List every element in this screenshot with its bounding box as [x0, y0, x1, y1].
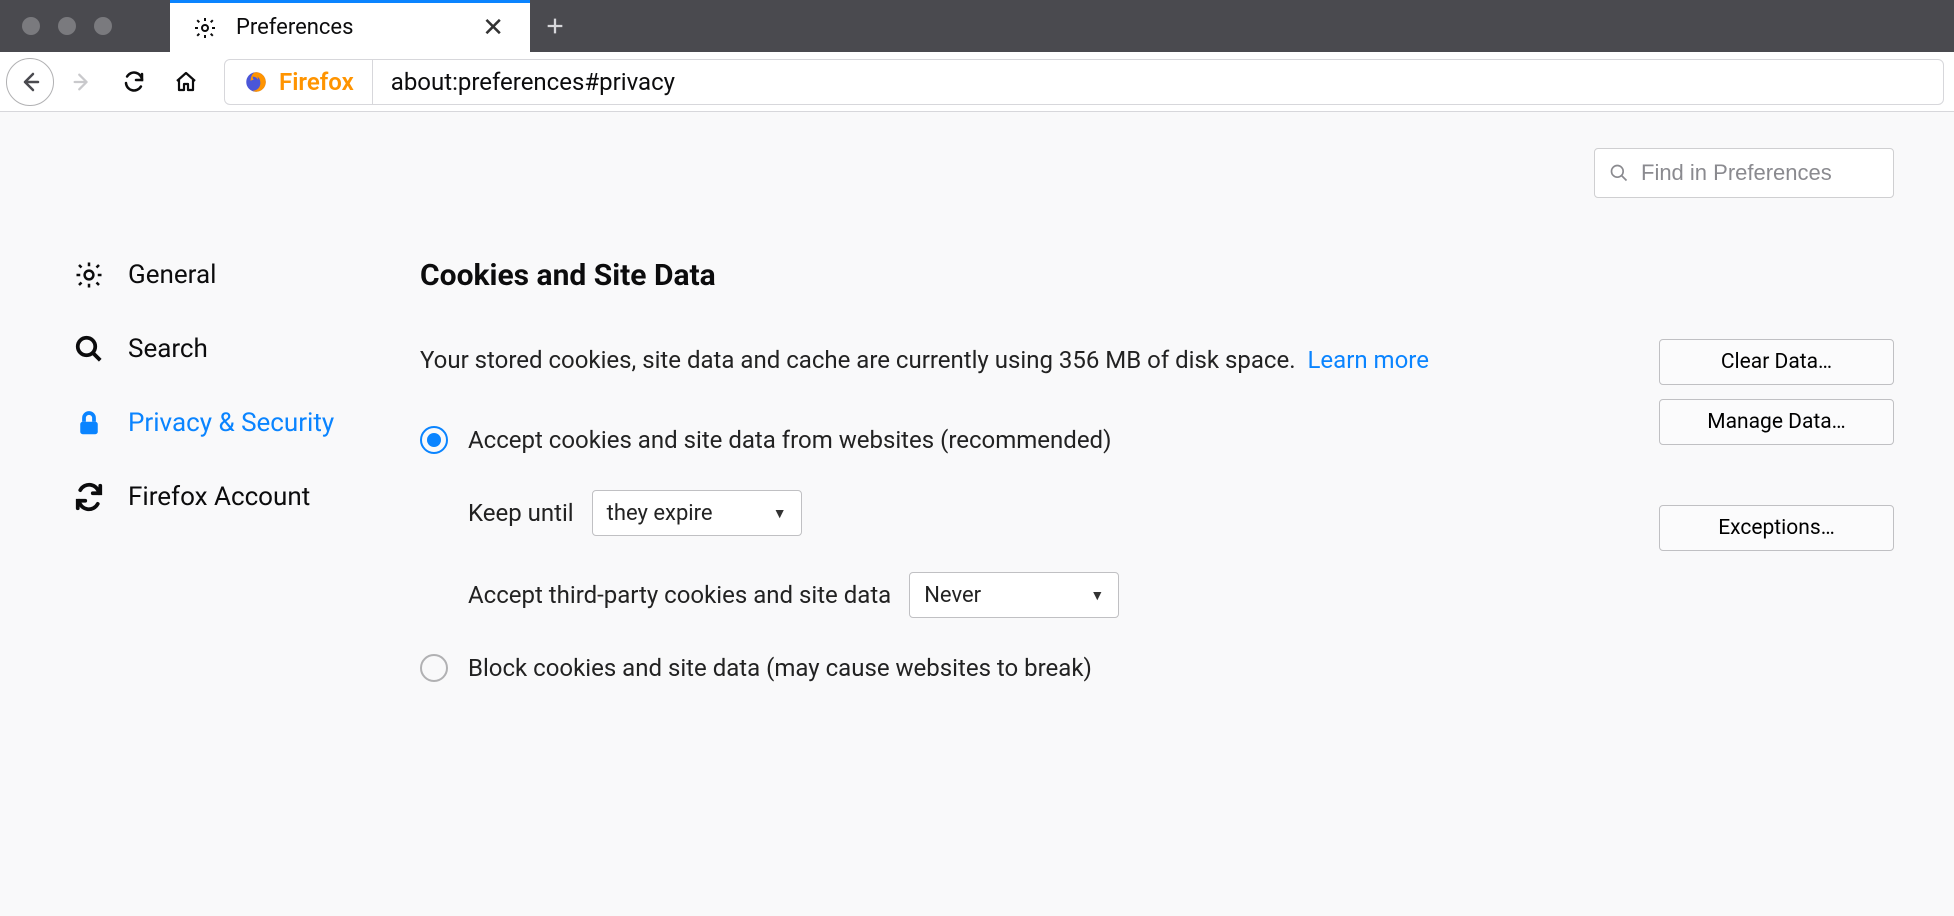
- dropdown-value: Never: [924, 583, 981, 608]
- radio-label: Block cookies and site data (may cause w…: [468, 654, 1092, 682]
- learn-more-link[interactable]: Learn more: [1308, 346, 1429, 374]
- toolbar: Firefox about:preferences#privacy: [0, 52, 1954, 112]
- window-minimize-dot[interactable]: [58, 17, 76, 35]
- sidebar-item-search[interactable]: Search: [72, 332, 420, 366]
- chevron-down-icon: ▼: [1090, 587, 1104, 604]
- identity-label: Firefox: [279, 68, 354, 96]
- clear-data-button[interactable]: Clear Data…: [1659, 339, 1894, 385]
- reload-button[interactable]: [110, 58, 158, 106]
- window-controls: [0, 0, 170, 52]
- sidebar-item-label: General: [128, 260, 216, 290]
- third-party-row: Accept third-party cookies and site data…: [420, 572, 1619, 618]
- search-icon: [72, 332, 106, 366]
- sidebar-item-label: Firefox Account: [128, 482, 310, 512]
- preferences-page: General Search Privacy & Security: [0, 112, 1954, 916]
- preferences-search-input[interactable]: [1641, 160, 1879, 186]
- tab-title: Preferences: [236, 15, 460, 40]
- action-buttons: Clear Data… Manage Data… Exceptions…: [1659, 339, 1894, 551]
- chevron-down-icon: ▼: [773, 505, 787, 522]
- search-icon: [1609, 163, 1629, 183]
- keep-until-row: Keep until they expire ▼: [420, 490, 1619, 536]
- new-tab-button[interactable]: [530, 0, 580, 52]
- manage-data-button[interactable]: Manage Data…: [1659, 399, 1894, 445]
- exceptions-button[interactable]: Exceptions…: [1659, 505, 1894, 551]
- dropdown-value: they expire: [607, 501, 713, 526]
- radio-icon: [420, 654, 448, 682]
- keep-until-label: Keep until: [468, 499, 574, 527]
- sync-icon: [72, 480, 106, 514]
- identity-box[interactable]: Firefox: [225, 60, 373, 104]
- third-party-label: Accept third-party cookies and site data: [468, 581, 891, 609]
- window-close-dot[interactable]: [22, 17, 40, 35]
- preferences-search[interactable]: [1594, 148, 1894, 198]
- radio-icon: [420, 426, 448, 454]
- url-bar[interactable]: Firefox about:preferences#privacy: [224, 59, 1944, 105]
- radio-block-cookies[interactable]: Block cookies and site data (may cause w…: [420, 654, 1619, 682]
- radio-accept-cookies[interactable]: Accept cookies and site data from websit…: [420, 426, 1619, 454]
- tab-preferences[interactable]: Preferences ✕: [170, 0, 530, 52]
- sidebar-item-label: Privacy & Security: [128, 408, 334, 438]
- tab-strip: Preferences ✕: [0, 0, 1954, 52]
- storage-description: Your stored cookies, site data and cache…: [420, 339, 1619, 382]
- url-text: about:preferences#privacy: [373, 68, 675, 96]
- sidebar-item-general[interactable]: General: [72, 258, 420, 292]
- keep-until-dropdown[interactable]: they expire ▼: [592, 490, 802, 536]
- sidebar-item-label: Search: [128, 334, 208, 364]
- tab-close-icon[interactable]: ✕: [474, 11, 512, 45]
- radio-label: Accept cookies and site data from websit…: [468, 426, 1111, 454]
- sidebar-item-privacy[interactable]: Privacy & Security: [72, 406, 420, 440]
- storage-description-text: Your stored cookies, site data and cache…: [420, 346, 1296, 374]
- back-button[interactable]: [6, 58, 54, 106]
- third-party-dropdown[interactable]: Never ▼: [909, 572, 1119, 618]
- sidebar-item-account[interactable]: Firefox Account: [72, 480, 420, 514]
- sidebar: General Search Privacy & Security: [0, 258, 420, 682]
- section-title: Cookies and Site Data: [420, 258, 1894, 293]
- firefox-logo-icon: [243, 69, 269, 95]
- window-zoom-dot[interactable]: [94, 17, 112, 35]
- lock-icon: [72, 406, 106, 440]
- gear-icon: [72, 258, 106, 292]
- home-button[interactable]: [162, 58, 210, 106]
- main-content: Cookies and Site Data Your stored cookie…: [420, 258, 1954, 682]
- gear-icon: [188, 11, 222, 45]
- forward-button[interactable]: [58, 58, 106, 106]
